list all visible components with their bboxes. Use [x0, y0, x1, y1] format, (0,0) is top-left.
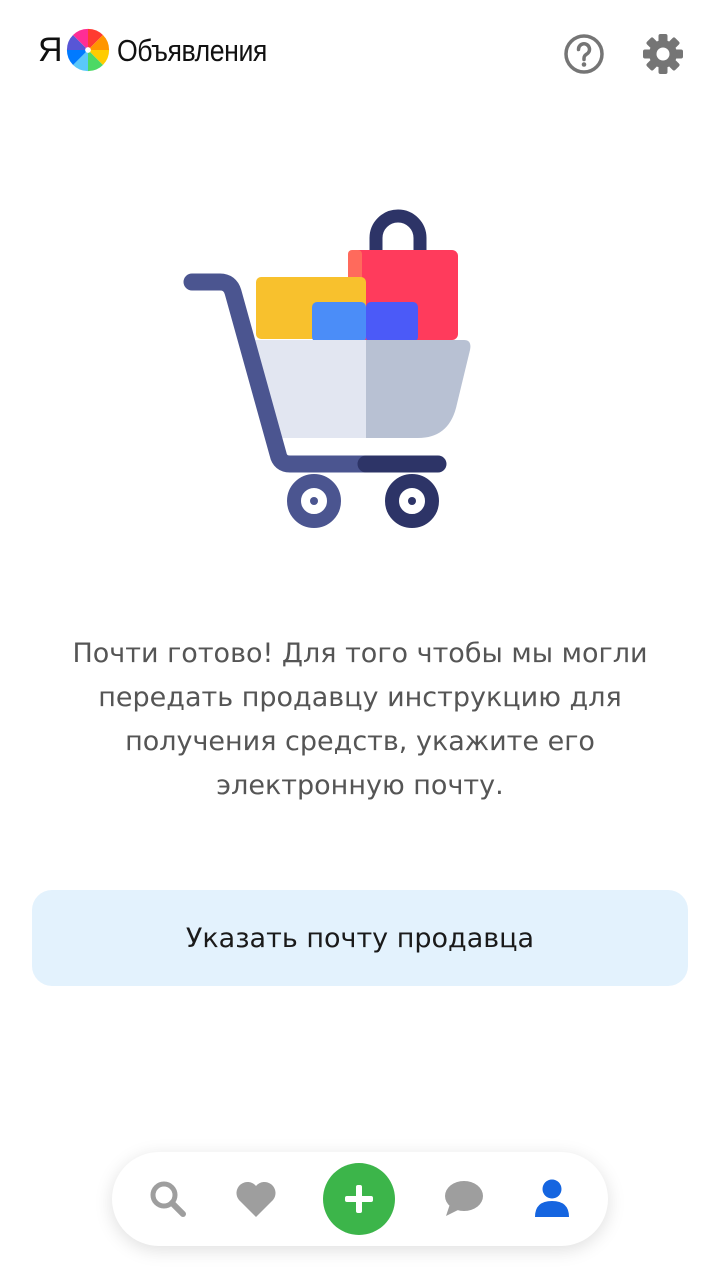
nav-profile[interactable] [520, 1152, 584, 1246]
instruction-message: Почти готово! Для того чтобы мы могли пе… [72, 638, 648, 801]
gear-icon [643, 34, 683, 74]
nav-favorites[interactable] [224, 1152, 288, 1246]
profile-icon [535, 1179, 569, 1217]
search-icon [150, 1181, 186, 1217]
help-circle-icon [564, 34, 604, 74]
bag-handle [369, 209, 427, 261]
nav-messages[interactable] [432, 1152, 496, 1246]
logo-wheel-icon [66, 28, 109, 72]
blue-box [312, 302, 366, 342]
plus-icon [345, 1185, 373, 1213]
settings-button[interactable] [638, 30, 688, 78]
yandex-classifieds-logo[interactable]: Я Объявления [38, 24, 291, 76]
specify-seller-email-button[interactable]: Указать почту продавца [32, 890, 688, 986]
help-button[interactable] [560, 30, 608, 78]
app-header: Я Объявления [0, 0, 720, 100]
nav-search[interactable] [136, 1152, 200, 1246]
chat-icon [445, 1181, 483, 1216]
shopping-cart-illustration [183, 209, 471, 528]
logo-text: Объявления [116, 32, 267, 68]
heart-icon [236, 1181, 276, 1217]
bottom-navigation-bar [112, 1152, 608, 1246]
logo-letter: Я [38, 31, 63, 69]
nav-add-listing-button[interactable] [323, 1163, 395, 1235]
